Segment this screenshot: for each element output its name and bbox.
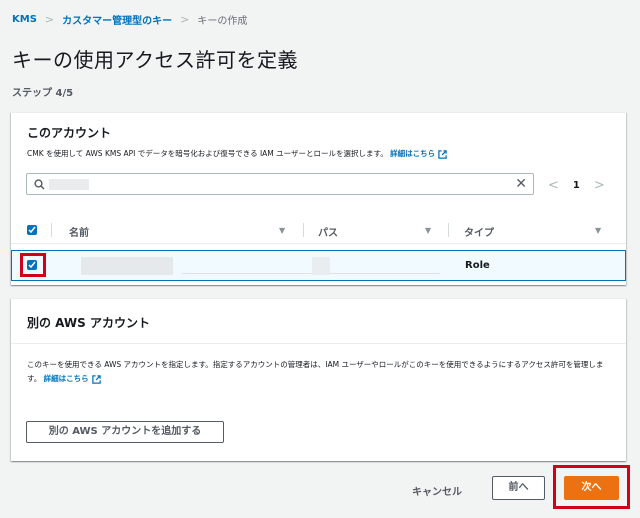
learn-more-link[interactable]: 詳細はこちら (44, 374, 89, 383)
role-name-cell (81, 257, 173, 275)
column-header-name[interactable]: 名前 (69, 224, 89, 239)
divider (11, 343, 626, 344)
previous-page-icon[interactable]: < (548, 178, 559, 193)
external-link-icon (438, 149, 447, 159)
role-type-cell: Role (465, 260, 490, 271)
checkmark-icon (28, 226, 36, 234)
select-all-checkbox[interactable] (27, 225, 37, 235)
column-header-type[interactable]: タイプ (464, 224, 494, 239)
page-title: キーの使用アクセス許可を定義 (12, 48, 298, 72)
role-path-cell (312, 257, 330, 275)
page-number[interactable]: 1 (573, 180, 580, 191)
search-icon (34, 179, 45, 190)
learn-more-link[interactable]: 詳細はこちら (390, 149, 435, 158)
pagination: < 1 > (548, 178, 605, 193)
sort-down-icon[interactable]: ▼ (595, 226, 601, 235)
external-link-icon (91, 374, 101, 384)
previous-button[interactable]: 前へ (492, 476, 545, 500)
row-divider (182, 273, 440, 274)
other-account-description: このキーを使用できる AWS アカウントを指定します。指定するアカウントの管理者… (27, 358, 607, 386)
search-input[interactable]: ✕ (26, 173, 534, 195)
breadcrumb-kms[interactable]: KMS (12, 14, 37, 25)
chevron-right-icon: > (44, 13, 55, 26)
checkbox-highlight (20, 253, 46, 277)
this-account-description-text: CMK を使用して AWS KMS API でデータを暗号化および復号できる I… (27, 149, 388, 158)
breadcrumb-customer-managed-keys[interactable]: カスタマー管理型のキー (62, 12, 172, 27)
add-aws-account-button[interactable]: 別の AWS アカウントを追加する (26, 421, 224, 443)
sort-down-icon[interactable]: ▼ (425, 226, 431, 235)
column-divider (303, 223, 304, 237)
table-row[interactable]: Role (11, 250, 626, 281)
this-account-heading: このアカウント (27, 126, 112, 140)
breadcrumb: KMS > カスタマー管理型のキー > キーの作成 (12, 12, 247, 27)
other-account-description-text: このキーを使用できる AWS アカウントを指定します。指定するアカウントの管理者… (27, 360, 604, 383)
next-page-icon[interactable]: > (594, 178, 605, 193)
next-button[interactable]: 次へ (564, 476, 619, 500)
other-account-heading: 別の AWS アカウント (27, 316, 150, 330)
this-account-description: CMK を使用して AWS KMS API でデータを暗号化および復号できる I… (27, 148, 447, 159)
chevron-right-icon: > (180, 13, 190, 26)
step-indicator: ステップ 4/5 (12, 88, 74, 99)
breadcrumb-current: キーの作成 (197, 16, 248, 27)
sort-down-icon[interactable]: ▼ (279, 226, 285, 235)
column-divider (51, 223, 52, 237)
column-header-path[interactable]: パス (318, 224, 338, 239)
cancel-button[interactable]: キャンセル (412, 483, 462, 498)
column-divider (448, 223, 449, 237)
search-value (49, 179, 89, 190)
table-header: 名前 ▼ パス ▼ タイプ ▼ (11, 216, 626, 244)
clear-icon[interactable]: ✕ (515, 176, 527, 192)
